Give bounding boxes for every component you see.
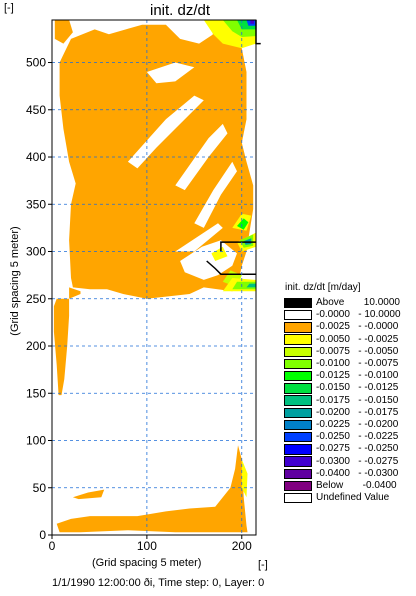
legend-entry: -0.0075 - -0.0050 — [284, 346, 400, 358]
legend-entry: -0.0100 - -0.0075 — [284, 358, 400, 370]
legend-entry: -0.0225 - -0.0200 — [284, 419, 400, 431]
legend-swatch — [284, 480, 312, 492]
legend-swatch — [284, 346, 312, 358]
legend-label: -0.0150 - -0.0125 — [316, 382, 399, 394]
status-footer: 1/1/1990 12:00:00 ði, Time step: 0, Laye… — [52, 577, 265, 589]
legend-label: -0.0300 - -0.0275 — [316, 455, 399, 467]
legend-swatch — [284, 431, 312, 443]
legend-entry: -0.0250 - -0.0225 — [284, 431, 400, 443]
legend-swatch — [284, 383, 312, 394]
legend-swatch — [284, 468, 312, 479]
legend-label: -0.0125 - -0.0100 — [316, 370, 399, 382]
legend-entry: -0.0125 - -0.0100 — [284, 370, 400, 382]
chart-title: init. dz/dt — [149, 2, 211, 19]
legend-entry: -0.0150 - -0.0125 — [284, 382, 400, 394]
legend-swatch — [284, 334, 312, 345]
y-tick-label: 500 — [26, 56, 46, 70]
legend-swatch — [284, 444, 312, 455]
legend-entry: -0.0300 - -0.0275 — [284, 455, 400, 467]
legend-swatch — [284, 492, 312, 504]
legend-swatch — [284, 358, 312, 370]
legend-label: -0.0400 - -0.0300 — [316, 467, 399, 479]
legend-swatch — [284, 419, 312, 431]
legend-label: -0.0225 - -0.0200 — [316, 418, 399, 430]
legend-label: Below -0.0400 — [316, 479, 397, 491]
y-tick-label: 100 — [26, 434, 46, 448]
x-tick-label: 200 — [232, 539, 252, 553]
y-tick-label: 0 — [39, 528, 46, 542]
legend-label: Above 10.0000 — [316, 297, 400, 309]
y-tick-label: 200 — [26, 339, 46, 353]
legend-entry: Undefined Value — [284, 492, 400, 504]
legend-title: init. dz/dt [m/day] — [285, 282, 361, 293]
legend-label: -0.0275 - -0.0250 — [316, 443, 399, 455]
legend-label: -0.0000 - 10.0000 — [316, 309, 401, 321]
legend-swatch — [284, 322, 312, 333]
legend-entry: -0.0275 - -0.0250 — [284, 443, 400, 455]
legend-entry: -0.0400 - -0.0300 — [284, 468, 400, 480]
y-tick-label: 150 — [26, 386, 46, 400]
legend-swatch — [284, 297, 312, 309]
legend-entry: Below -0.0400 — [284, 480, 400, 492]
legend: Above 10.0000 -0.0000 - 10.0000 -0.0025 - … — [284, 297, 401, 504]
legend-entry: -0.0050 - -0.0025 — [284, 334, 400, 346]
legend-entry: -0.0000 - 10.0000 — [284, 309, 401, 321]
x-tick-label: 100 — [137, 539, 157, 553]
legend-label: -0.0100 - -0.0075 — [316, 358, 399, 370]
legend-label: -0.0075 - -0.0050 — [316, 345, 399, 357]
x-axis-label: (Grid spacing 5 meter) — [92, 557, 202, 569]
zone-top-purple — [250, 20, 255, 24]
legend-swatch — [284, 310, 312, 321]
legend-swatch — [284, 371, 312, 382]
y-tick-label: 350 — [26, 197, 46, 211]
legend-swatch — [284, 395, 312, 406]
legend-label: -0.0250 - -0.0225 — [316, 431, 399, 443]
legend-entry: Above 10.0000 — [284, 297, 400, 309]
y-tick-label: 250 — [26, 292, 46, 306]
y-tick-label: 50 — [33, 481, 47, 495]
legend-swatch — [284, 456, 312, 467]
legend-label: -0.0050 - -0.0025 — [316, 333, 399, 345]
x-tick-label: 0 — [49, 539, 56, 553]
legend-swatch — [284, 407, 312, 418]
legend-label: -0.0175 - -0.0150 — [316, 394, 399, 406]
legend-entry: -0.0025 - -0.0000 — [284, 321, 400, 333]
legend-label: Undefined Value — [316, 492, 390, 504]
y-axis-label: (Grid spacing 5 meter) — [9, 226, 21, 336]
legend-entry: -0.0175 - -0.0150 — [284, 395, 400, 407]
y-unit-label: [-] — [4, 2, 14, 14]
structure-top — [255, 20, 261, 45]
legend-label: -0.0025 - -0.0000 — [316, 321, 399, 333]
legend-entry: -0.0200 - -0.0175 — [284, 407, 400, 419]
x-unit-label: [-] — [258, 559, 268, 571]
legend-label: -0.0200 - -0.0175 — [316, 406, 399, 418]
y-tick-label: 400 — [26, 150, 46, 164]
y-tick-label: 300 — [26, 245, 46, 259]
y-tick-label: 450 — [26, 103, 46, 117]
